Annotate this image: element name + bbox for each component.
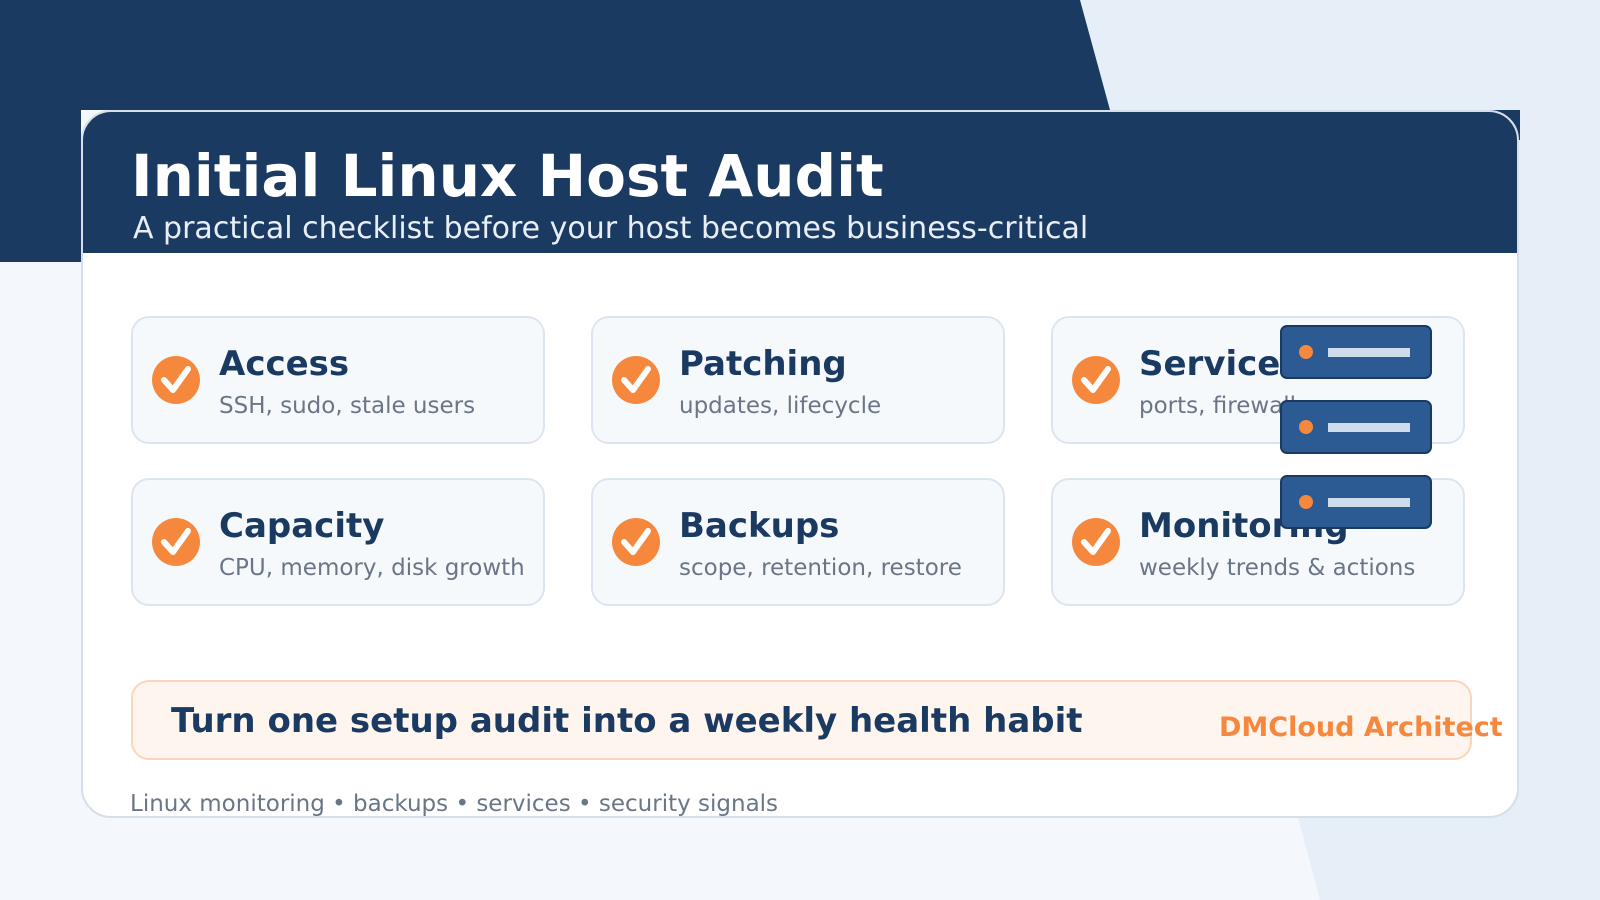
checklist-item-subtitle: CPU, memory, disk growth bbox=[219, 555, 525, 581]
card-header: Initial Linux Host Audit A practical che… bbox=[83, 112, 1517, 253]
checklist-item-subtitle: weekly trends & actions bbox=[1139, 555, 1416, 581]
banner-text: Turn one setup audit into a weekly healt… bbox=[171, 701, 1083, 741]
checklist-item-title: Capacity bbox=[219, 506, 385, 546]
server-unit-icon bbox=[1280, 475, 1432, 529]
check-circle-icon bbox=[152, 518, 200, 566]
page-title: Initial Linux Host Audit bbox=[131, 142, 884, 210]
checklist-item-access: Access SSH, sudo, stale users bbox=[131, 316, 545, 444]
checklist-item-title: Access bbox=[219, 344, 350, 384]
check-circle-icon bbox=[612, 518, 660, 566]
checklist-item-title: Backups bbox=[679, 506, 840, 546]
check-circle-icon bbox=[152, 356, 200, 404]
checklist-item-subtitle: SSH, sudo, stale users bbox=[219, 393, 476, 419]
checklist-item-title: Services bbox=[1139, 344, 1301, 384]
footer-tagline: Linux monitoring • backups • services • … bbox=[130, 791, 779, 817]
check-circle-icon bbox=[1072, 518, 1120, 566]
check-circle-icon bbox=[1072, 356, 1120, 404]
page-subtitle: A practical checklist before your host b… bbox=[133, 211, 1089, 246]
checklist-item-title: Patching bbox=[679, 344, 847, 384]
checklist-item-subtitle: scope, retention, restore bbox=[679, 555, 962, 581]
server-rack-icon bbox=[1280, 325, 1432, 529]
checklist-item-backups: Backups scope, retention, restore bbox=[591, 478, 1005, 606]
server-unit-icon bbox=[1280, 400, 1432, 454]
server-unit-icon bbox=[1280, 325, 1432, 379]
checklist-item-capacity: Capacity CPU, memory, disk growth bbox=[131, 478, 545, 606]
checklist-item-subtitle: ports, firewall bbox=[1139, 393, 1297, 419]
checklist-item-patching: Patching updates, lifecycle bbox=[591, 316, 1005, 444]
check-circle-icon bbox=[612, 356, 660, 404]
checklist-item-subtitle: updates, lifecycle bbox=[679, 393, 882, 419]
brand-name: DMCloud Architect bbox=[1219, 712, 1503, 743]
